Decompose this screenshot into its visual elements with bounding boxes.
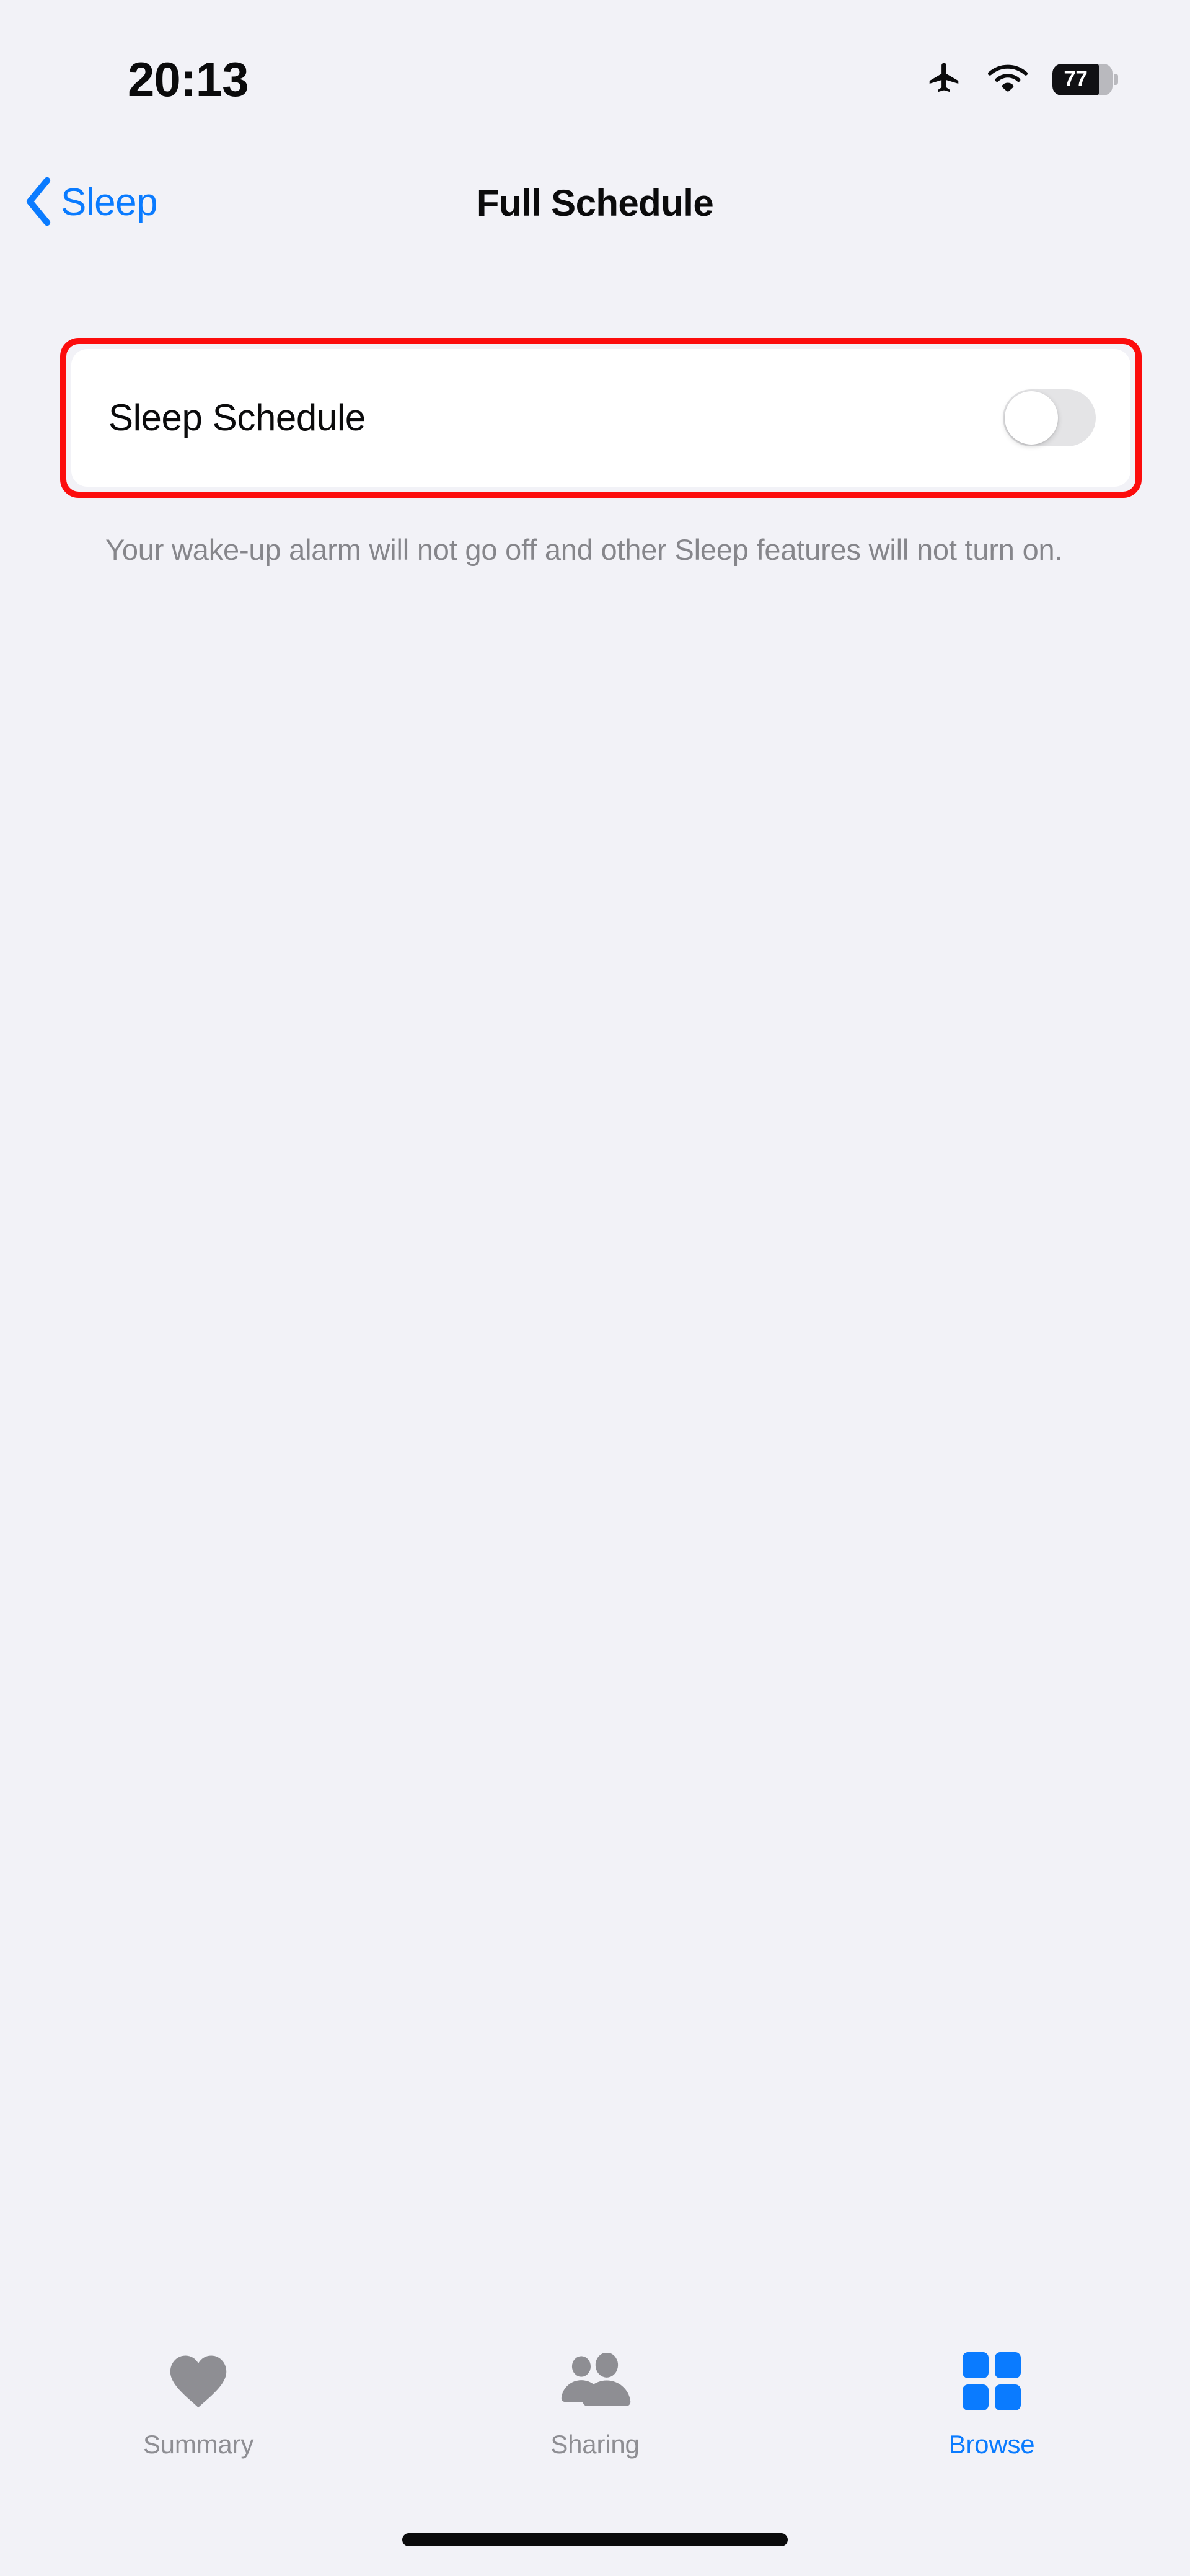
- battery-level-text: 77: [1064, 67, 1088, 91]
- tab-summary-label: Summary: [143, 2430, 254, 2459]
- page-title: Full Schedule: [476, 182, 714, 224]
- tab-bar: Summary Sharing Browse: [0, 2319, 1190, 2511]
- tab-browse-label: Browse: [948, 2430, 1035, 2459]
- sleep-schedule-row[interactable]: Sleep Schedule: [71, 349, 1130, 487]
- tab-summary[interactable]: Summary: [0, 2319, 397, 2511]
- wifi-icon: [987, 63, 1029, 97]
- sleep-schedule-label: Sleep Schedule: [108, 397, 366, 438]
- home-indicator[interactable]: [402, 2533, 788, 2546]
- status-bar-icons: 77: [925, 55, 1118, 104]
- heart-icon: [168, 2347, 229, 2416]
- sleep-schedule-footer-text: Your wake-up alarm will not go off and o…: [105, 533, 1063, 566]
- status-bar: 20:13 77: [0, 0, 1190, 118]
- grid-icon: [963, 2347, 1021, 2416]
- people-icon: [559, 2347, 631, 2416]
- airplane-mode-icon: [925, 59, 963, 100]
- status-bar-time: 20:13: [128, 52, 249, 107]
- navigation-bar: Sleep Full Schedule: [0, 166, 1190, 253]
- tab-browse[interactable]: Browse: [793, 2319, 1190, 2511]
- tab-sharing-label: Sharing: [550, 2430, 640, 2459]
- toggle-knob: [1005, 391, 1058, 445]
- tab-sharing[interactable]: Sharing: [397, 2319, 793, 2511]
- battery-icon: 77: [1052, 63, 1118, 95]
- health-sleep-full-schedule-screen: 20:13 77 Sleep Full Schedule Sleep Sched…: [0, 0, 1190, 2576]
- sleep-schedule-toggle[interactable]: [1003, 389, 1096, 446]
